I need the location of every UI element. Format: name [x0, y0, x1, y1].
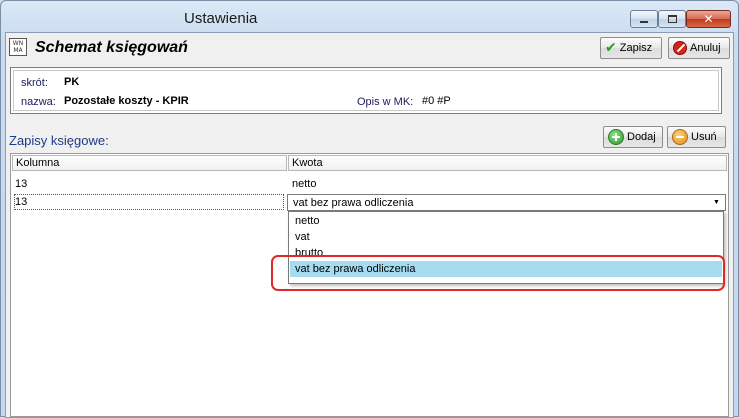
maximize-icon: [667, 15, 677, 23]
column-header-kolumna[interactable]: Kolumna: [12, 155, 287, 171]
toolbar: WN MA Schemat księgowań ✔ Zapisz Anuluj: [6, 33, 733, 63]
cell-kwota: netto: [292, 178, 317, 190]
form-title: Schemat księgowań: [35, 39, 188, 56]
scheme-info-panel: skrót: PK nazwa: Pozostałe koszty - KPIR…: [10, 67, 722, 114]
title-bar[interactable]: Ustawienia ✕: [1, 1, 738, 31]
shortcut-label: skrót:: [21, 77, 48, 89]
maximize-button[interactable]: [658, 10, 686, 28]
window-title: Ustawienia: [184, 10, 258, 27]
table-row[interactable]: 13 netto: [11, 175, 728, 193]
cancel-icon: [673, 41, 687, 55]
description-label: Opis w MK:: [357, 96, 414, 108]
checkmark-icon: ✔: [605, 40, 617, 56]
minimize-icon: [640, 21, 648, 23]
cell-kolumna: 13: [15, 196, 28, 208]
name-label: nazwa:: [21, 96, 56, 108]
shortcut-value: PK: [64, 76, 80, 88]
description-value: #0 #P: [422, 95, 451, 107]
close-icon: ✕: [703, 12, 714, 26]
focused-cell-kolumna[interactable]: [14, 194, 284, 210]
close-button[interactable]: ✕: [686, 10, 731, 28]
add-entry-button[interactable]: Dodaj: [603, 126, 663, 148]
name-value: Pozostałe koszty - KPIR: [64, 95, 189, 107]
save-button-label: Zapisz: [619, 42, 653, 54]
table-row-editing[interactable]: 13 vat bez prawa odliczenia ▼: [11, 193, 728, 211]
column-header-kwota[interactable]: Kwota: [288, 155, 727, 171]
cancel-button-label: Anuluj: [690, 42, 721, 54]
dropdown-arrow-icon[interactable]: ▼: [710, 196, 723, 209]
entries-section-label: Zapisy księgowe:: [9, 133, 109, 148]
dropdown-option-vat[interactable]: vat: [290, 229, 722, 245]
remove-button-label: Usuń: [691, 131, 717, 143]
dropdown-option-netto[interactable]: netto: [290, 213, 722, 229]
plus-icon: [608, 129, 624, 145]
client-area: WN MA Schemat księgowań ✔ Zapisz Anuluj …: [5, 32, 734, 418]
cancel-button[interactable]: Anuluj: [668, 37, 730, 59]
settings-window: Ustawienia ✕ WN MA Schemat księgowań ✔ Z…: [0, 0, 739, 418]
save-button[interactable]: ✔ Zapisz: [600, 37, 662, 59]
minimize-button[interactable]: [630, 10, 658, 28]
grid-header: Kolumna Kwota: [11, 154, 728, 171]
wn-ma-icon: WN MA: [9, 38, 27, 56]
annotation-highlight: [271, 255, 725, 291]
kwota-combobox[interactable]: vat bez prawa odliczenia ▼: [287, 194, 726, 211]
remove-entry-button[interactable]: Usuń: [667, 126, 726, 148]
add-button-label: Dodaj: [627, 131, 656, 143]
cell-kolumna: 13: [15, 178, 28, 190]
combobox-value: vat bez prawa odliczenia: [293, 197, 414, 209]
minus-icon: [672, 129, 688, 145]
